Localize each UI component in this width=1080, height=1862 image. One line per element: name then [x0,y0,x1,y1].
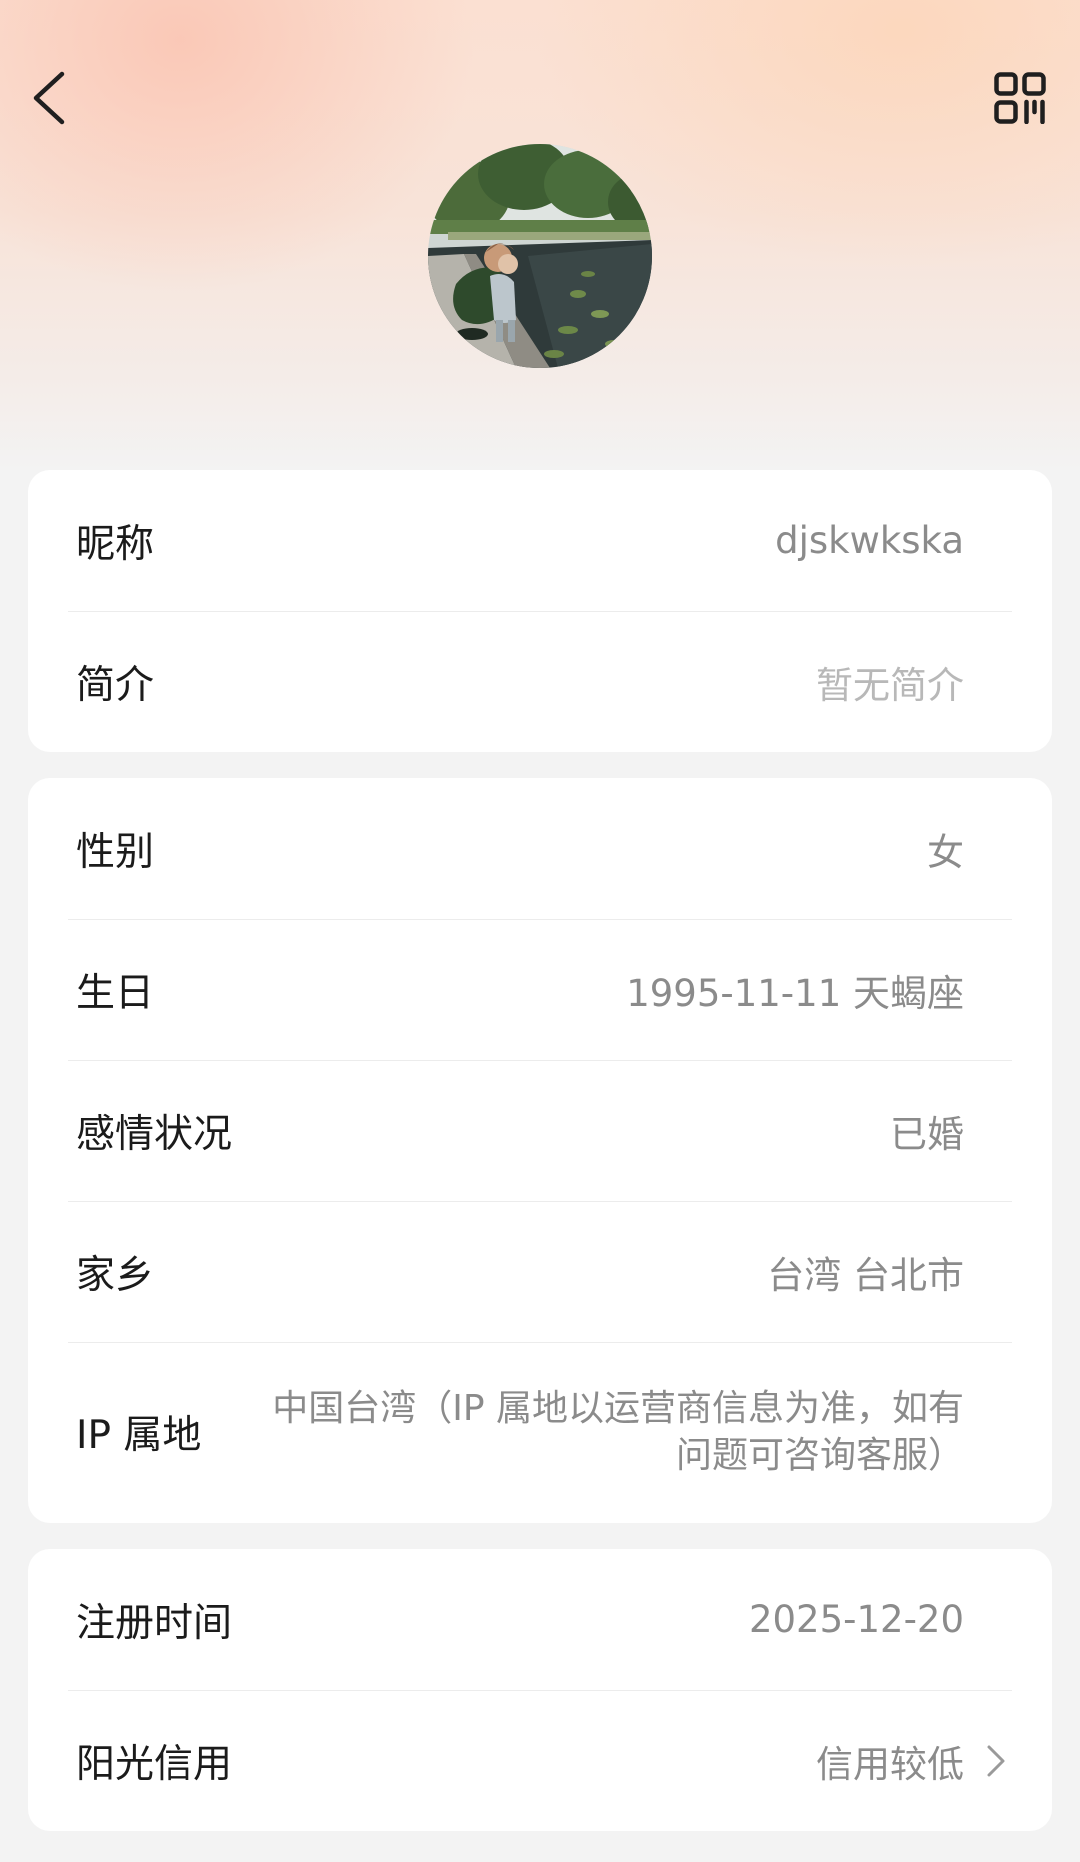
bio-row[interactable]: 简介 暂无简介 [28,611,1052,752]
gender-value: 女 [927,830,964,874]
gender-label: 性别 [76,829,155,875]
nickname-label: 昵称 [76,521,155,567]
sunshine-credit-value: 信用较低 [816,1742,964,1786]
relationship-value: 已婚 [890,1112,964,1156]
hometown-value: 台湾 台北市 [767,1253,964,1297]
relationship-label: 感情状况 [76,1111,233,1157]
account-info-card: 注册时间 2025-12-20 阳光信用 信用较低 [28,1549,1052,1831]
personal-details-card: 性别 女 生日 1995-11-11 天蝎座 感情状况 已婚 家乡 台湾 台北市… [28,778,1052,1523]
chevron-left-icon [33,71,65,125]
qr-code-icon [994,72,1046,125]
ip-location-label: IP 属地 [76,1413,202,1458]
bio-label: 简介 [76,662,155,708]
nickname-row[interactable]: 昵称 djskwkska [28,470,1052,611]
birthday-row[interactable]: 生日 1995-11-11 天蝎座 [28,919,1052,1060]
ip-location-value: 中国台湾（IP 属地以运营商信息为准，如有问题可咨询客服） [272,1388,964,1476]
avatar[interactable] [428,144,652,368]
chevron-right-icon [987,1745,1005,1776]
relationship-row[interactable]: 感情状况 已婚 [28,1060,1052,1201]
sunshine-credit-row[interactable]: 阳光信用 信用较低 [28,1690,1052,1831]
birthday-label: 生日 [76,970,155,1016]
hometown-label: 家乡 [76,1252,155,1298]
sunshine-credit-label: 阳光信用 [76,1741,233,1787]
qr-code-button[interactable] [994,72,1046,125]
hometown-row[interactable]: 家乡 台湾 台北市 [28,1201,1052,1342]
birthday-value: 1995-11-11 天蝎座 [626,971,964,1015]
gender-row[interactable]: 性别 女 [28,778,1052,919]
bio-value: 暂无简介 [816,663,964,707]
back-button[interactable] [26,68,76,128]
ip-location-row: IP 属地 中国台湾（IP 属地以运营商信息为准，如有问题可咨询客服） [28,1342,1052,1522]
avatar-photo [428,144,652,368]
basic-info-card: 昵称 djskwkska 简介 暂无简介 [28,470,1052,752]
register-time-value: 2025-12-20 [748,1598,964,1641]
register-time-row: 注册时间 2025-12-20 [28,1549,1052,1690]
nickname-value: djskwkska [775,519,964,562]
register-time-label: 注册时间 [76,1600,233,1646]
